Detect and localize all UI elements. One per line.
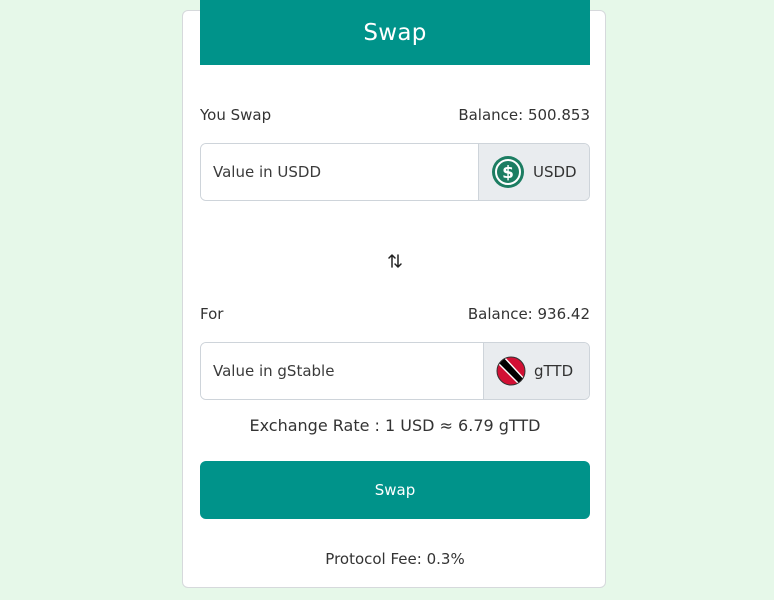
from-amount-input[interactable]: [201, 144, 478, 200]
from-token-addon: $ USDD: [478, 144, 589, 200]
usdd-coin-icon: $: [491, 155, 525, 189]
to-amount-input[interactable]: [201, 343, 483, 399]
from-balance: Balance: 500.853: [458, 106, 590, 124]
to-token-addon: gTTD: [483, 343, 589, 399]
trinidad-flag-icon: [496, 356, 526, 386]
swap-header: Swap: [200, 0, 590, 65]
to-label: For: [200, 305, 224, 323]
to-input-group: gTTD: [200, 342, 590, 400]
from-label-row: You Swap Balance: 500.853: [200, 106, 590, 124]
swap-button[interactable]: Swap: [200, 461, 590, 519]
page-title: Swap: [363, 19, 427, 46]
swap-arrows-icon[interactable]: [383, 249, 407, 273]
protocol-fee: Protocol Fee: 0.3%: [325, 550, 465, 568]
from-input-group: $ USDD: [200, 143, 590, 201]
svg-text:$: $: [502, 163, 514, 183]
to-balance: Balance: 936.42: [467, 305, 590, 323]
to-token-label: gTTD: [534, 362, 574, 380]
exchange-rate: Exchange Rate : 1 USD ≈ 6.79 gTTD: [249, 416, 541, 435]
from-token-label: USDD: [533, 163, 577, 181]
from-label: You Swap: [200, 106, 272, 124]
to-label-row: For Balance: 936.42: [200, 305, 590, 323]
